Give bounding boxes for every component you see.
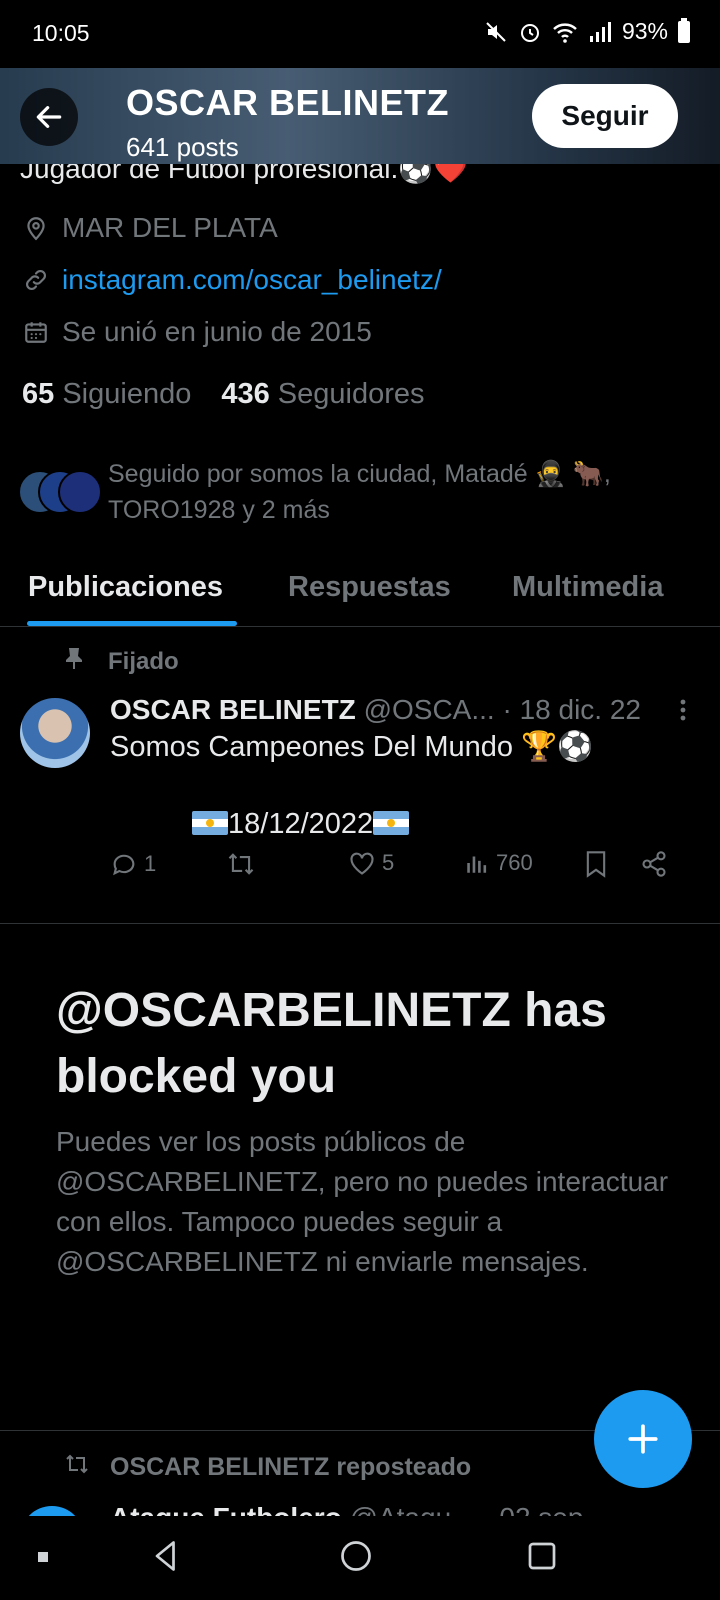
followed-by-text: Seguido por somos la ciudad, Matadé 🥷 🐂,… xyxy=(108,460,611,524)
followers-count: 436 xyxy=(221,378,270,410)
analytics-icon xyxy=(467,856,487,873)
argentina-flag-icon xyxy=(192,811,228,835)
profile-link[interactable]: instagram.com/oscar_belinetz/ xyxy=(62,264,442,296)
recents-nav-icon[interactable] xyxy=(524,1538,560,1574)
tweet-date: · 18 dic. 22 xyxy=(502,694,641,725)
back-nav-icon[interactable] xyxy=(148,1538,184,1574)
repost-text: OSCAR BELINETZ reposteado xyxy=(110,1453,472,1481)
tweet-actions: 1 5 760 xyxy=(110,850,690,890)
retweet-button[interactable] xyxy=(226,850,256,878)
blocked-title: @OSCARBELINETZ has blocked you xyxy=(56,984,607,1103)
pinned-text: Fijado xyxy=(108,647,179,675)
tweet-header: OSCAR BELINETZ @OSCA... · 18 dic. 22 xyxy=(110,694,641,726)
back-button[interactable] xyxy=(20,88,78,146)
pinned-tweet[interactable]: Fijado OSCAR BELINETZ @OSCA... · 18 dic.… xyxy=(0,628,720,924)
pinned-label: Fijado xyxy=(64,646,179,677)
battery-icon xyxy=(678,17,690,43)
following-link[interactable]: 65 Siguiendo xyxy=(22,378,191,411)
like-count: 5 xyxy=(382,850,395,875)
wifi-icon xyxy=(553,22,577,43)
status-icons: 93% xyxy=(484,17,690,45)
tab-multimedia[interactable]: Multimedia xyxy=(512,571,663,604)
reposted-tweet-header: Ataque Futbolero @Ataqu... · 02 sep. xyxy=(110,1502,591,1516)
reply-count: 1 xyxy=(144,851,157,876)
share-button[interactable] xyxy=(640,850,668,878)
following-label: Siguiendo xyxy=(62,378,192,410)
system-nav-bar xyxy=(0,1516,720,1600)
more-options-icon[interactable] xyxy=(680,698,686,729)
follow-stats: 65 Siguiendo 436 Seguidores xyxy=(22,378,425,411)
pin-icon xyxy=(64,646,88,677)
alarm-icon xyxy=(520,23,539,42)
compose-button[interactable] xyxy=(594,1390,692,1488)
tweet-date-line: 18/12/2022 xyxy=(192,808,410,841)
status-bar: 10:05 93% xyxy=(0,0,720,68)
header-post-count: 641 posts xyxy=(126,132,239,162)
tweet-date-text: 18/12/2022 xyxy=(228,808,374,840)
bookmark-icon xyxy=(586,851,606,878)
tab-respuestas[interactable]: Respuestas xyxy=(288,571,451,604)
profile-tabs: Publicaciones Respuestas Multimedia xyxy=(0,555,720,627)
tweet-author-name[interactable]: OSCAR BELINETZ xyxy=(110,694,356,725)
followed-by-row[interactable]: Seguido por somos la ciudad, Matadé 🥷 🐂,… xyxy=(18,456,668,528)
profile-header: OSCAR BELINETZ 641 posts Seguir xyxy=(0,68,720,164)
share-icon xyxy=(642,851,666,877)
follow-button[interactable]: Seguir xyxy=(532,84,678,148)
follower-avatars xyxy=(18,470,102,518)
avatar xyxy=(58,470,102,514)
blocked-notice: @OSCARBELINETZ has blocked you Puedes ve… xyxy=(56,978,676,1282)
active-tab-indicator xyxy=(27,621,237,626)
argentina-flag-icon xyxy=(373,811,410,835)
like-button[interactable]: 5 xyxy=(348,850,394,876)
tab-publicaciones[interactable]: Publicaciones xyxy=(28,571,223,604)
battery-percent: 93% xyxy=(621,18,668,44)
reposted-date: · 02 sep. xyxy=(482,1502,591,1516)
link-row[interactable]: instagram.com/oscar_belinetz/ xyxy=(22,264,442,296)
view-count: 760 xyxy=(496,850,533,875)
location-text: MAR DEL PLATA xyxy=(62,212,278,243)
heart-icon xyxy=(350,852,374,875)
calendar-icon xyxy=(22,318,50,346)
retweet-icon xyxy=(64,1452,90,1483)
joined-row: Se unió en junio de 2015 xyxy=(22,316,372,348)
reposted-author-name[interactable]: Ataque Futbolero xyxy=(110,1502,342,1516)
link-icon xyxy=(22,266,50,294)
plus-icon xyxy=(628,1424,658,1454)
status-time: 10:05 xyxy=(32,20,90,46)
mute-icon xyxy=(486,21,506,42)
header-name: OSCAR BELINETZ xyxy=(126,82,450,123)
followers-label: Seguidores xyxy=(277,378,425,410)
views-button[interactable]: 760 xyxy=(464,850,533,876)
reposted-author-avatar[interactable] xyxy=(20,1506,84,1516)
reposted-handle: @Ataqu... xyxy=(350,1502,475,1516)
arrow-left-icon xyxy=(36,106,62,128)
location-pin-icon xyxy=(22,214,50,242)
bookmark-button[interactable] xyxy=(584,850,608,878)
reply-icon xyxy=(113,854,135,876)
joined-text: Se unió en junio de 2015 xyxy=(62,316,372,347)
followers-link[interactable]: 436 Seguidores xyxy=(221,378,424,411)
home-nav-icon[interactable] xyxy=(338,1538,374,1574)
location-row: MAR DEL PLATA xyxy=(22,212,278,244)
retweet-icon xyxy=(228,853,254,875)
blocked-description: Puedes ver los posts públicos de @OSCARB… xyxy=(56,1126,669,1277)
repost-label: OSCAR BELINETZ reposteado xyxy=(64,1452,471,1483)
signal-icon xyxy=(589,21,611,42)
tweet-handle: @OSCA... xyxy=(363,694,495,725)
tweet-text: Somos Campeones Del Mundo 🏆⚽ xyxy=(110,731,594,763)
reply-button[interactable]: 1 xyxy=(110,850,156,878)
following-count: 65 xyxy=(22,378,55,410)
reposted-tweet[interactable]: Ataque Futbolero @Ataqu... · 02 sep. xyxy=(0,1498,720,1516)
tweet-author-avatar[interactable] xyxy=(20,698,90,768)
menu-dot-icon[interactable] xyxy=(36,1550,50,1564)
